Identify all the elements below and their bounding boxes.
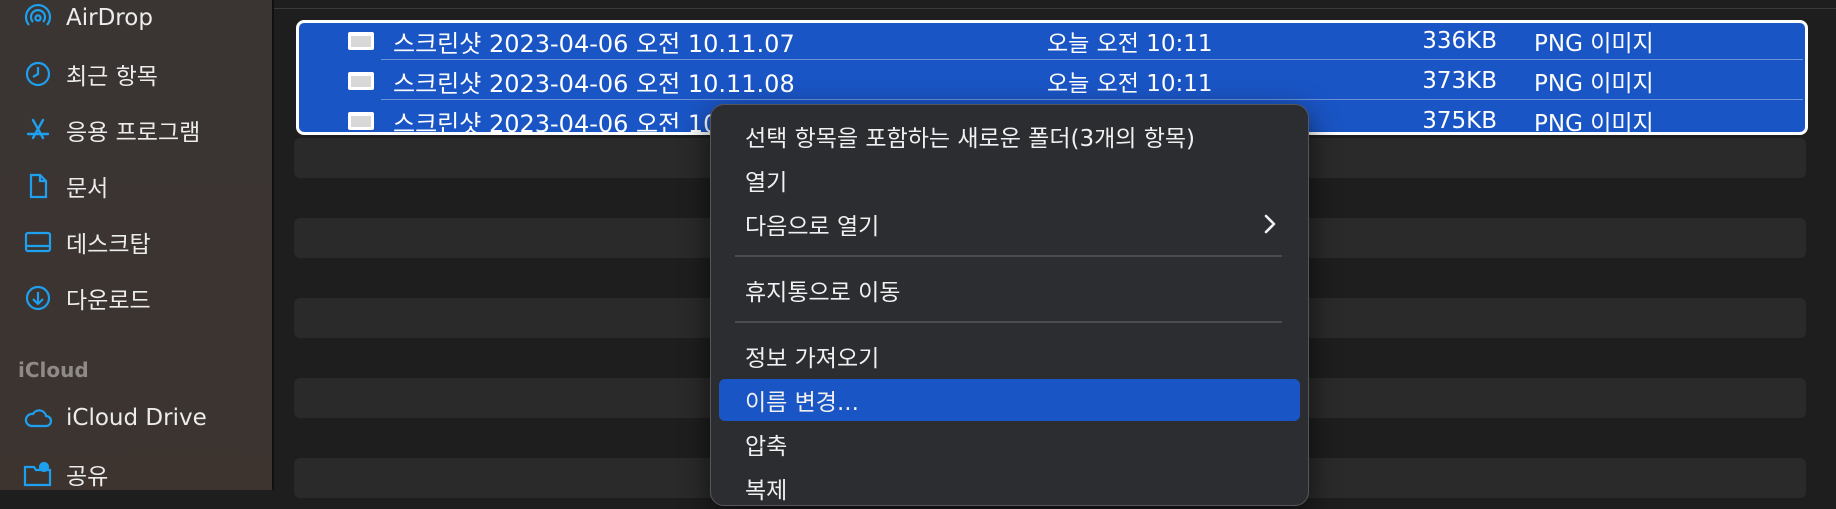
file-name: 스크린샷 2023-04-06 오전 10 [393,109,719,138]
download-icon [22,282,54,314]
table-row[interactable]: 스크린샷 2023-04-06 오전 10.11.08 오늘 오전 10:11 … [299,61,1799,101]
airdrop-icon [22,2,54,34]
sidebar-item-recents[interactable]: 최근 항목 [22,54,158,94]
sidebar-item-label: 응용 프로그램 [66,120,201,146]
sidebar-item-label: 문서 [66,176,109,202]
sidebar-item-applications[interactable]: 응용 프로그램 [22,110,200,150]
sidebar-item-desktop[interactable]: 데스크탑 [22,222,151,262]
file-kind: PNG 이미지 [1534,31,1654,57]
row-divider [381,99,1803,100]
image-file-icon [347,71,375,91]
menu-item-get-info[interactable]: 정보 가져오기 [719,335,1300,377]
desktop-icon [22,226,54,258]
cloud-icon [22,402,54,434]
menu-item-label: 복제 [745,478,788,504]
file-date: 오늘 오전 10:11 [1047,31,1213,57]
menu-item-open[interactable]: 열기 [719,159,1300,201]
header-divider [274,8,1836,9]
sidebar-item-icloud-drive[interactable]: iCloud Drive [22,398,207,438]
menu-item-new-folder-with-selection[interactable]: 선택 항목을 포함하는 새로운 폴더(3개의 항목) [719,115,1300,157]
image-file-icon [347,31,375,51]
row-divider [381,59,1803,60]
menu-item-label: 압축 [745,434,788,460]
menu-item-label: 정보 가져오기 [745,346,880,372]
menu-item-label: 열기 [745,170,788,196]
applications-icon [22,114,54,146]
file-size: 373KB [1422,68,1497,94]
sidebar: AirDrop 최근 항목 응용 프로그램 문서 데스크탑 다운로드 iClou… [0,0,272,490]
sidebar-item-label: 공유 [66,464,109,490]
menu-item-label: 휴지통으로 이동 [745,280,901,306]
file-name: 스크린샷 2023-04-06 오전 10.11.07 [393,29,795,58]
file-name: 스크린샷 2023-04-06 오전 10.11.08 [393,69,795,98]
menu-item-rename[interactable]: 이름 변경... [719,379,1300,421]
file-kind: PNG 이미지 [1534,71,1654,97]
menu-item-label: 선택 항목을 포함하는 새로운 폴더(3개의 항목) [745,126,1196,152]
clock-icon [22,58,54,90]
menu-item-move-to-trash[interactable]: 휴지통으로 이동 [719,269,1300,311]
sidebar-section-icloud: iCloud [18,358,89,382]
shared-folder-icon [22,458,54,490]
sidebar-item-airdrop[interactable]: AirDrop [22,0,153,38]
file-size: 375KB [1422,108,1497,134]
file-size: 336KB [1422,28,1497,54]
menu-separator [735,321,1282,323]
sidebar-item-label: iCloud Drive [66,405,207,431]
file-date: 오늘 오전 10:11 [1047,71,1213,97]
menu-item-duplicate[interactable]: 복제 [719,467,1300,509]
sidebar-item-documents[interactable]: 문서 [22,166,108,206]
file-kind: PNG 이미지 [1534,111,1654,137]
sidebar-item-shared[interactable]: 공유 [22,454,108,494]
table-row[interactable]: 스크린샷 2023-04-06 오전 10.11.07 오늘 오전 10:11 … [299,21,1799,61]
sidebar-item-label: 데스크탑 [66,232,151,258]
sidebar-item-label: 최근 항목 [66,64,158,90]
sidebar-item-downloads[interactable]: 다운로드 [22,278,151,318]
menu-item-compress[interactable]: 압축 [719,423,1300,465]
context-menu: 선택 항목을 포함하는 새로운 폴더(3개의 항목) 열기 다음으로 열기 휴지… [710,104,1309,506]
menu-separator [735,255,1282,257]
sidebar-item-label: AirDrop [66,5,153,31]
menu-item-label: 다음으로 열기 [745,214,880,240]
chevron-right-icon [1262,211,1278,241]
menu-item-open-with[interactable]: 다음으로 열기 [719,203,1300,245]
document-icon [22,170,54,202]
sidebar-item-label: 다운로드 [66,288,151,314]
image-file-icon [347,111,375,131]
menu-item-label: 이름 변경... [745,390,859,416]
